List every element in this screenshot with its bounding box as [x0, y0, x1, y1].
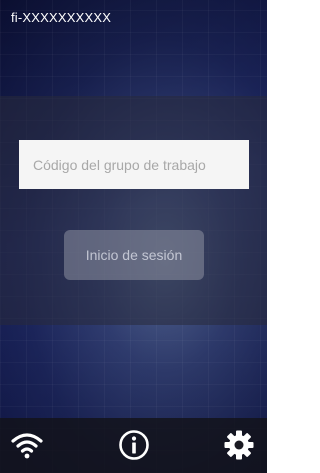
bottom-bar — [0, 418, 267, 473]
group-code-input[interactable] — [19, 140, 249, 189]
device-id-label: fi-XXXXXXXXXX — [11, 10, 112, 25]
login-panel: Inicio de sesión — [0, 96, 267, 325]
info-icon[interactable] — [117, 428, 151, 462]
settings-icon[interactable] — [222, 428, 256, 462]
wifi-icon[interactable] — [10, 428, 44, 462]
app-screen: fi-XXXXXXXXXX Inicio de sesión — [0, 0, 267, 473]
login-button[interactable]: Inicio de sesión — [64, 230, 204, 280]
